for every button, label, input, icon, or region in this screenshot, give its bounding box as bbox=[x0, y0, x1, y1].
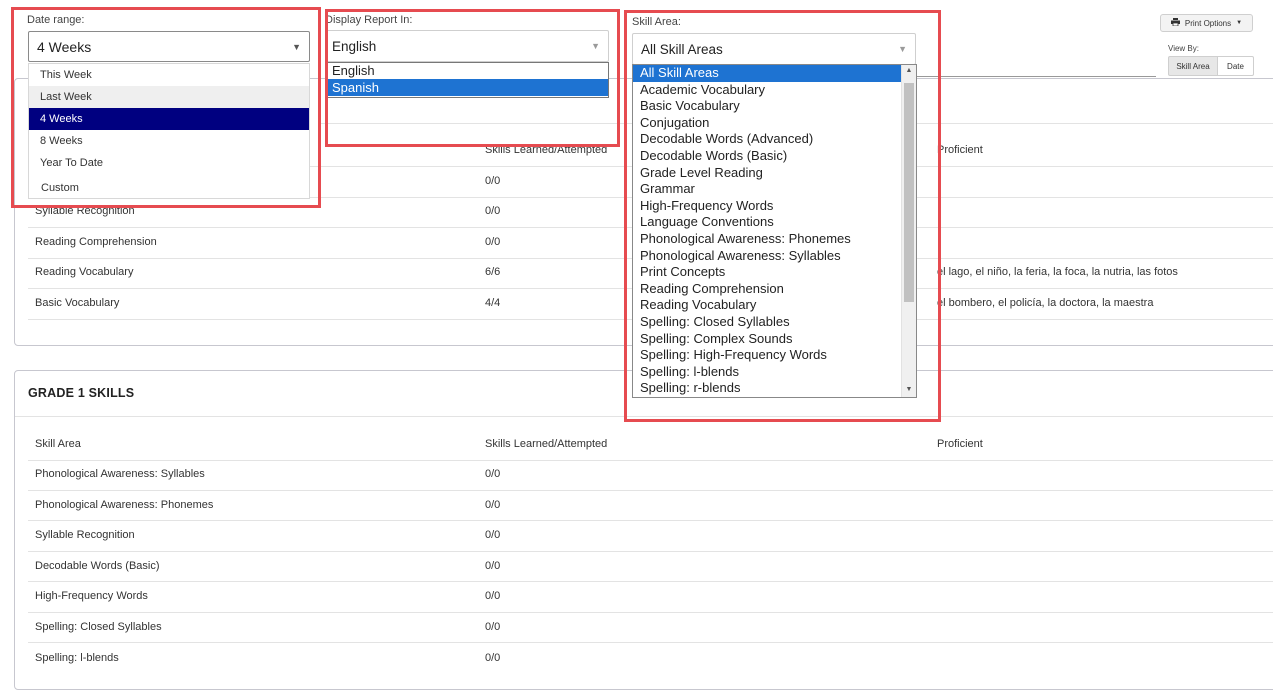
skill-learned-cell: 0/0 bbox=[485, 652, 501, 664]
skill-name-cell: Basic Vocabulary bbox=[35, 297, 120, 309]
header-divider bbox=[28, 460, 1273, 461]
skill-name-cell: Spelling: l-blends bbox=[35, 652, 119, 664]
skill-learned-cell: 0/0 bbox=[485, 499, 501, 511]
col-header-proficient: Proficient bbox=[937, 438, 983, 450]
row-divider bbox=[28, 612, 1273, 613]
skill-name-cell: High-Frequency Words bbox=[35, 590, 148, 602]
row-divider bbox=[28, 581, 1273, 582]
skill-name-cell: Syllable Recognition bbox=[35, 529, 135, 541]
skill-learned-cell: 0/0 bbox=[485, 175, 501, 187]
view-by-skill-area-label: Skill Area bbox=[1176, 61, 1210, 71]
view-by-label: View By: bbox=[1168, 44, 1199, 53]
skill-learned-cell: 0/0 bbox=[485, 529, 501, 541]
skill-learned-cell: 0/0 bbox=[485, 468, 501, 480]
skill-proficient-cell: el bombero, el policía, la doctora, la m… bbox=[937, 297, 1154, 309]
chevron-down-icon: ▼ bbox=[1236, 20, 1243, 26]
col-header-learned: Skills Learned/Attempted bbox=[485, 438, 608, 450]
view-by-skill-area-toggle[interactable]: Skill Area bbox=[1168, 56, 1218, 76]
skill-name-cell: Spelling: Closed Syllables bbox=[35, 621, 162, 633]
print-options-button[interactable]: Print Options ▼ bbox=[1160, 14, 1253, 32]
view-by-date-toggle[interactable]: Date bbox=[1217, 56, 1254, 76]
row-divider bbox=[28, 520, 1273, 521]
highlight-box bbox=[624, 10, 941, 422]
skill-name-cell: Decodable Words (Basic) bbox=[35, 560, 160, 572]
print-options-label: Print Options bbox=[1184, 18, 1232, 28]
skill-learned-cell: 4/4 bbox=[485, 297, 501, 309]
printer-icon bbox=[1170, 18, 1180, 28]
row-divider bbox=[28, 490, 1273, 491]
highlight-box bbox=[325, 9, 620, 147]
toolbar-divider bbox=[916, 76, 1156, 77]
skill-name-cell: Reading Comprehension bbox=[35, 236, 157, 248]
section-title: GRADE 1 SKILLS bbox=[28, 386, 135, 400]
skill-name-cell: Phonological Awareness: Phonemes bbox=[35, 499, 214, 511]
col-header-proficient: Proficient bbox=[937, 144, 983, 156]
row-divider bbox=[28, 642, 1273, 643]
skill-learned-cell: 6/6 bbox=[485, 266, 501, 278]
view-by-date-label: Date bbox=[1227, 61, 1244, 71]
skill-learned-cell: 0/0 bbox=[485, 205, 501, 217]
highlight-box bbox=[11, 7, 321, 208]
skill-name-cell: Reading Vocabulary bbox=[35, 266, 134, 278]
skill-name-cell: Phonological Awareness: Syllables bbox=[35, 468, 205, 480]
row-divider bbox=[28, 551, 1273, 552]
skill-learned-cell: 0/0 bbox=[485, 236, 501, 248]
skill-learned-cell: 0/0 bbox=[485, 590, 501, 602]
skill-proficient-cell: el lago, el niño, la feria, la foca, la … bbox=[937, 266, 1178, 278]
skill-learned-cell: 0/0 bbox=[485, 560, 501, 572]
col-header-skill: Skill Area bbox=[35, 438, 81, 450]
skill-learned-cell: 0/0 bbox=[485, 621, 501, 633]
